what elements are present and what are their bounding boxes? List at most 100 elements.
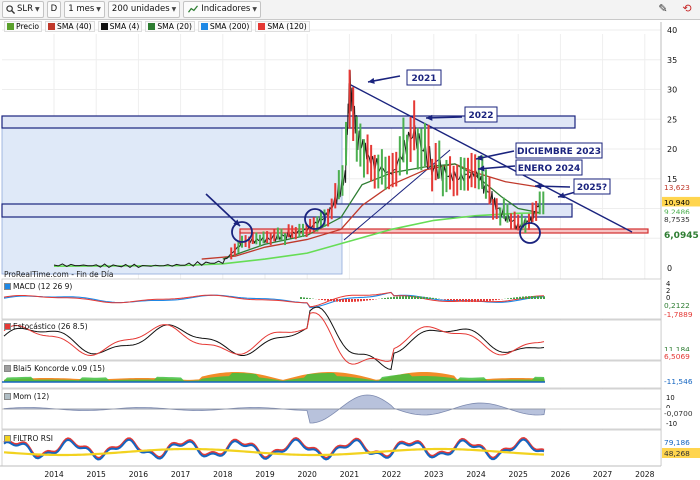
macd-histogram-bar: [411, 296, 413, 299]
candle: [258, 234, 261, 247]
candle: [359, 123, 362, 167]
candle: [441, 165, 444, 197]
price-tick-label: 40: [667, 26, 677, 35]
macd-histogram-bar: [456, 299, 458, 302]
sma-tag-13: 13,623: [664, 183, 690, 192]
stoch-panel-label: Estocástico (26 8.5): [4, 322, 88, 331]
support-tag: 6,0945: [664, 231, 699, 241]
macd-histogram-bar: [336, 299, 338, 302]
x-axis-tick-label: 2021: [340, 470, 359, 479]
macd-histogram-bar: [414, 296, 416, 299]
legend-item[interactable]: Precio: [4, 20, 43, 32]
candle: [345, 121, 348, 166]
annotation-2021: 2021: [411, 74, 436, 84]
candle: [384, 156, 387, 190]
blai5-value-tag: -11,546: [664, 377, 693, 386]
legend-item[interactable]: SMA (200): [197, 20, 253, 32]
candle: [370, 144, 373, 182]
stoch-panel: [1, 319, 662, 361]
macd-histogram-bar: [429, 297, 431, 299]
chevron-down-icon: ▼: [252, 6, 257, 13]
legend-swatch-icon: [48, 22, 56, 30]
candle: [474, 154, 477, 189]
x-axis-tick-label: 2017: [171, 470, 190, 479]
x-axis-tick-label: 2014: [44, 470, 63, 479]
candle: [499, 207, 502, 226]
chart-canvas[interactable]: 2021 2022 DICIEMBRE 2023 ENERO 2024 2025? 40 3…: [0, 0, 700, 480]
macd-histogram-bar: [477, 299, 479, 302]
indicator-swatch-icon: [4, 435, 11, 442]
candle: [456, 164, 459, 196]
mom-tick-label: -10: [666, 420, 677, 428]
x-axis-tick-label: 2022: [382, 470, 401, 479]
legend-label: SMA (40): [57, 21, 92, 31]
x-axis-tick-label: 2028: [635, 470, 654, 479]
candle: [262, 231, 265, 244]
legend-swatch-icon: [7, 22, 14, 30]
legend-item[interactable]: SMA (4): [97, 20, 143, 32]
macd-histogram-bar: [309, 298, 311, 299]
macd-histogram-bar: [513, 297, 515, 299]
macd-histogram-bar: [534, 296, 536, 299]
candle: [409, 116, 412, 162]
macd-histogram-bar: [537, 296, 539, 299]
candle: [391, 152, 394, 188]
price-tick-label: 30: [667, 86, 677, 95]
candle: [284, 233, 287, 246]
symbol-selector[interactable]: SLR ▼: [2, 1, 44, 18]
timeframe-selector[interactable]: 1 mes ▼: [64, 1, 105, 18]
legend-item[interactable]: SMA (20): [145, 20, 195, 32]
candle: [434, 142, 437, 181]
chevron-down-icon: ▼: [96, 6, 101, 13]
bell-icon[interactable]: ✎: [656, 2, 670, 16]
macd-histogram-bar: [381, 298, 383, 299]
candle: [495, 198, 498, 220]
exchange-badge[interactable]: D: [46, 1, 62, 18]
legend-item[interactable]: SMA (120): [255, 20, 310, 32]
legend-item[interactable]: SMA (40): [45, 20, 95, 32]
candle: [484, 169, 487, 199]
annotation-ene2024: ENERO 2024: [518, 164, 581, 174]
candle: [255, 232, 258, 245]
macd-histogram-bar: [339, 299, 341, 302]
indicator-swatch-icon: [4, 393, 11, 400]
candle: [269, 233, 272, 246]
mom-value-tag: -0,0700: [664, 409, 693, 418]
macd-histogram-bar: [471, 299, 473, 302]
mom-tick-label: 10: [666, 394, 675, 402]
macd-histogram-bar: [492, 299, 494, 301]
macd-histogram-bar: [354, 299, 356, 302]
settings-icon[interactable]: ⟲: [680, 2, 694, 16]
legend-label: SMA (120): [267, 21, 307, 31]
legend-label: SMA (4): [109, 21, 140, 31]
macd-histogram-bar: [318, 299, 320, 300]
candle: [266, 231, 269, 243]
candle: [294, 227, 297, 240]
candle: [463, 157, 466, 191]
x-axis-tick-label: 2018: [213, 470, 232, 479]
indicator-chart-icon: [188, 5, 199, 13]
macd-histogram-bar: [540, 296, 542, 299]
macd-histogram-bar: [387, 297, 389, 299]
candle: [445, 159, 448, 193]
legend-label: Precio: [16, 21, 40, 31]
macd-histogram-bar: [321, 299, 323, 301]
macd-histogram-bar: [495, 299, 497, 301]
stoch-signal-tag: 6,5069: [664, 352, 690, 361]
candle: [276, 227, 279, 240]
macd-histogram-bar: [516, 297, 518, 299]
macd-histogram-bar: [507, 298, 509, 299]
x-axis-tick-label: 2026: [551, 470, 570, 479]
candle: [380, 149, 383, 185]
indicators-button[interactable]: Indicadores ▼: [183, 1, 261, 18]
rsi-panel-label: FILTRO RSI: [4, 434, 53, 443]
macd-histogram-bar: [399, 296, 401, 299]
candle: [423, 122, 426, 167]
macd-histogram-bar: [543, 296, 545, 299]
annotation-2025: 2025?: [577, 183, 607, 193]
candle: [373, 154, 376, 189]
macd-panel-label: MACD (12 26 9): [4, 282, 72, 291]
units-selector[interactable]: 200 unidades ▼: [107, 1, 181, 18]
candle: [427, 124, 430, 168]
candle: [341, 165, 344, 196]
